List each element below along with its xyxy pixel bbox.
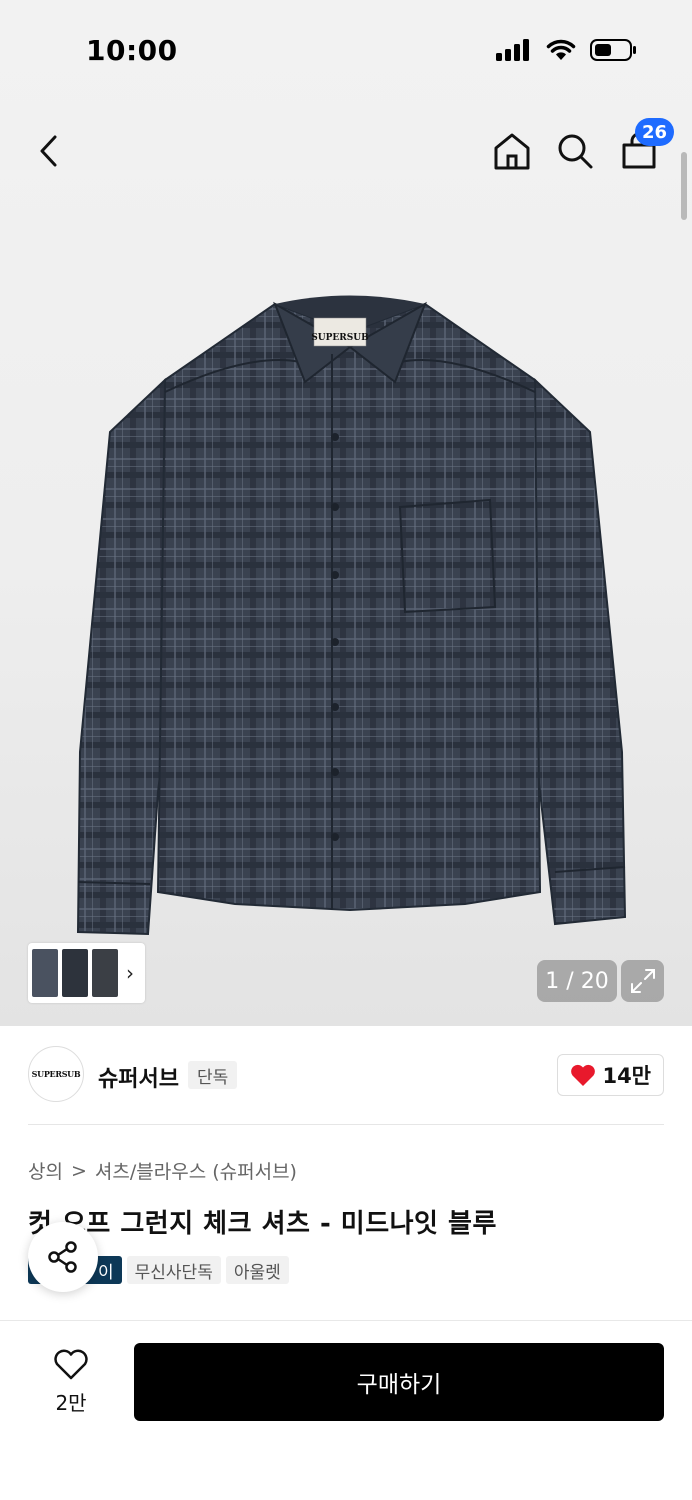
product-photo: SUPERSUB	[76, 295, 627, 936]
brand-like-button[interactable]: 14만	[557, 1054, 664, 1096]
status-time: 10:00	[86, 34, 178, 67]
home-button[interactable]	[487, 126, 537, 176]
status-icons	[496, 38, 638, 62]
wifi-icon	[546, 39, 576, 60]
shirt-brand-label: SUPERSUB	[311, 333, 369, 343]
image-page-counter: 1 / 20	[537, 960, 617, 1002]
search-button[interactable]	[550, 126, 600, 176]
back-button[interactable]	[25, 126, 75, 176]
status-bar: 10:00	[0, 0, 692, 100]
thumbnail-3[interactable]	[92, 949, 118, 997]
brand-like-count: 14만	[602, 1064, 651, 1088]
battery-icon	[590, 39, 636, 61]
heart-outline-icon	[54, 1349, 88, 1380]
expand-button[interactable]	[621, 960, 664, 1002]
brand-logo[interactable]: SUPERSUB	[28, 1046, 84, 1102]
exclusive-badge: 단독	[188, 1061, 238, 1089]
cart-count-badge: 26	[634, 118, 674, 146]
top-navigation: 26	[0, 118, 692, 180]
wishlist-count: 2만	[55, 1391, 87, 1415]
bottom-action-bar: 2만 구매하기	[0, 1320, 692, 1500]
tag-exclusive: 무신사단독	[126, 1256, 221, 1284]
thumbnail-2[interactable]	[62, 949, 88, 997]
breadcrumb-separator: >	[70, 1159, 87, 1182]
brand-name[interactable]: 슈퍼서브	[98, 1061, 179, 1093]
product-image-gallery[interactable]: 10:00 26 SUPERSUB › 1 / 20	[0, 0, 692, 1026]
breadcrumb-subcategory[interactable]: 셔츠/블라우스 (슈퍼서브)	[95, 1157, 297, 1184]
buy-button[interactable]: 구매하기	[134, 1343, 664, 1421]
cart-button[interactable]: 26	[614, 118, 674, 176]
back-icon	[40, 135, 57, 167]
search-icon	[558, 134, 593, 169]
divider	[28, 1124, 664, 1125]
expand-icon	[630, 969, 655, 993]
scrollbar[interactable]	[681, 152, 687, 220]
heart-icon	[571, 1064, 596, 1086]
thumbnail-1[interactable]	[32, 949, 58, 997]
thumbnail-strip[interactable]: ›	[28, 943, 145, 1003]
signal-icon	[496, 39, 529, 61]
breadcrumb: 상의 > 셔츠/블라우스 (슈퍼서브)	[28, 1157, 297, 1184]
share-button[interactable]	[28, 1222, 98, 1292]
wishlist-button[interactable]: 2만	[36, 1349, 106, 1416]
chevron-right-icon[interactable]: ›	[126, 961, 134, 985]
brand-row: SUPERSUB 슈퍼서브 단독 14만	[28, 1046, 664, 1104]
product-title: 컷 오프 그런지 체크 셔츠 - 미드나잇 블루	[28, 1209, 497, 1239]
home-icon	[494, 133, 530, 170]
breadcrumb-category[interactable]: 상의	[28, 1157, 63, 1184]
share-icon	[48, 1241, 77, 1273]
tag-outlet: 아울렛	[225, 1256, 289, 1284]
